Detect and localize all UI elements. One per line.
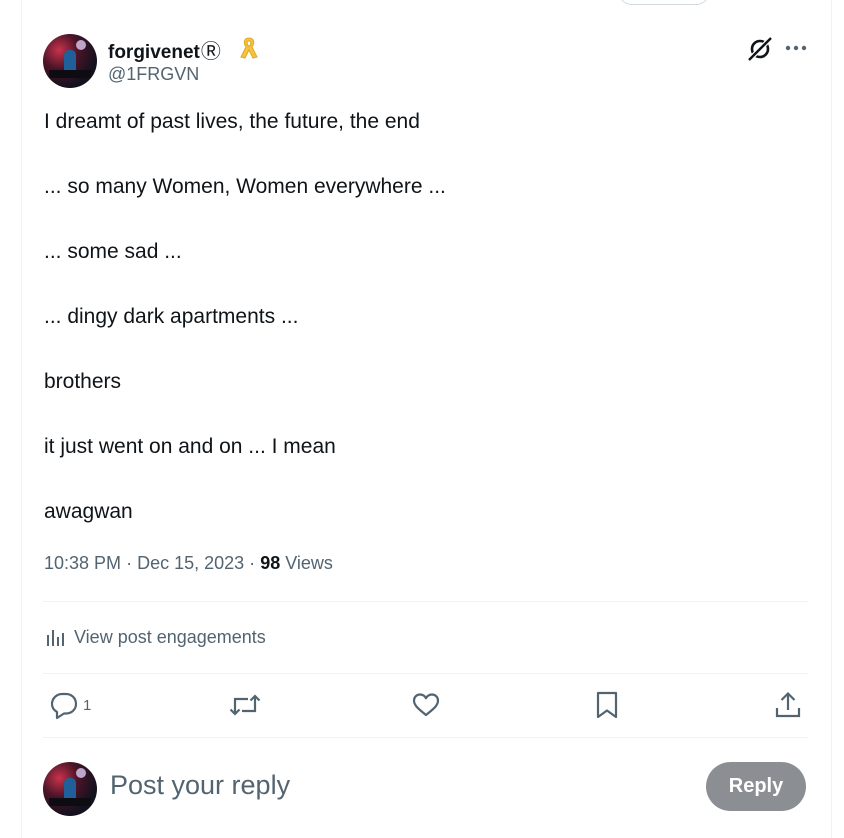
bookmark-button[interactable] — [592, 690, 622, 720]
more-options-icon[interactable] — [784, 37, 808, 59]
reply-count: 1 — [83, 696, 92, 714]
post-line: ... dingy dark apartments ... — [44, 305, 299, 328]
post-date[interactable]: Dec 15, 2023 — [137, 553, 244, 573]
repost-button[interactable] — [229, 690, 261, 720]
post-metadata: 10:38 PM · Dec 15, 2023 · 98 Views — [44, 553, 333, 574]
yellow-ribbon-icon — [240, 37, 258, 59]
bookmark-icon — [596, 691, 618, 719]
repost-icon — [229, 694, 261, 716]
reply-submit-button[interactable]: Reply — [706, 762, 806, 811]
author-handle[interactable]: @1FRGVN — [108, 64, 199, 85]
user-avatar[interactable] — [43, 762, 97, 816]
divider — [43, 673, 808, 674]
post-line: I dreamt of past lives, the future, the … — [44, 110, 420, 133]
post-line: brothers — [44, 370, 122, 393]
author-name-text: forgivenet — [108, 42, 200, 63]
registered-symbol: Ⓡ — [200, 41, 221, 63]
reply-icon — [50, 692, 78, 720]
author-avatar[interactable] — [43, 34, 97, 88]
post-line: ... so many Women, Women everywhere ... — [44, 175, 446, 198]
heart-icon — [412, 693, 440, 717]
post-text: I dreamt of past lives, the future, the … — [44, 110, 446, 565]
view-engagements-link[interactable]: View post engagements — [44, 626, 266, 648]
views-label: Views — [285, 553, 333, 573]
post-line: ... some sad ... — [44, 240, 182, 263]
post-line: awagwan — [44, 500, 133, 523]
author-display-name[interactable]: forgivenetⓇ — [108, 35, 221, 64]
divider — [43, 601, 808, 602]
reply-input[interactable]: Post your reply — [110, 770, 290, 801]
like-button[interactable] — [411, 690, 441, 720]
post-line: it just went on and on ... I mean — [44, 435, 336, 458]
views-count: 98 — [260, 553, 281, 573]
grok-icon[interactable] — [746, 35, 774, 63]
post-time[interactable]: 10:38 PM — [44, 553, 121, 573]
engagements-label: View post engagements — [74, 626, 266, 647]
meta-separator: · — [126, 553, 133, 573]
share-button[interactable] — [773, 690, 803, 720]
analytics-icon — [47, 630, 64, 646]
meta-separator: · — [249, 553, 256, 573]
share-icon — [775, 691, 801, 718]
reply-button[interactable]: 1 — [49, 690, 91, 720]
partial-top-button[interactable] — [618, 0, 710, 5]
divider — [43, 737, 808, 738]
